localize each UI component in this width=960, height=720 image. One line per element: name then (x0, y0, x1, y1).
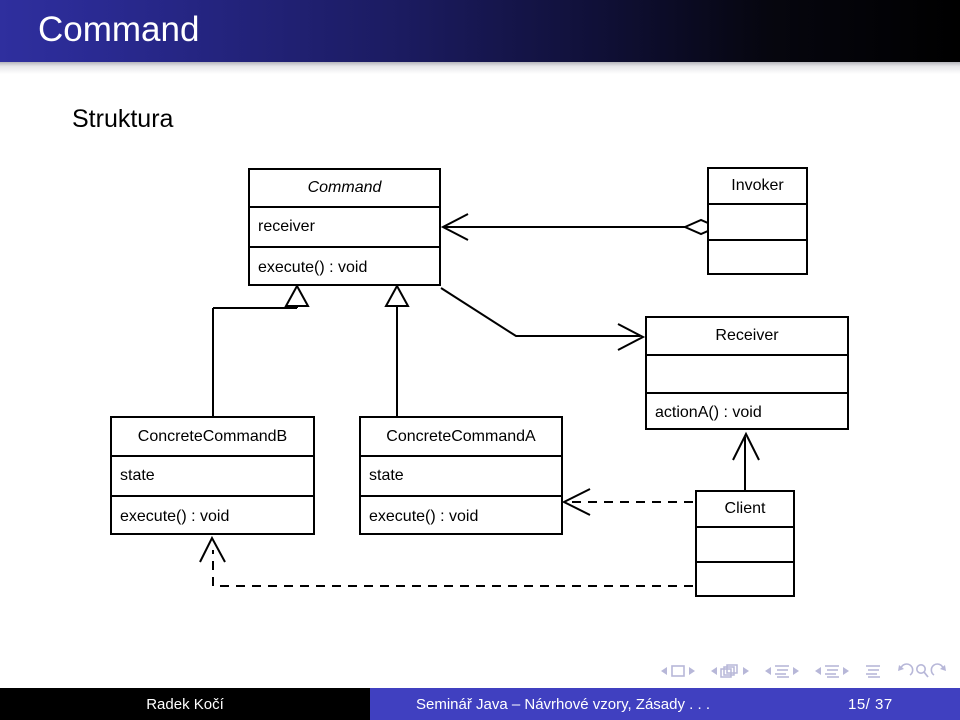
back-icon[interactable] (896, 660, 914, 682)
uml-operation: actionA() : void (655, 404, 762, 421)
footer-main: Seminář Java – Návrhové vzory, Zásady . … (370, 688, 960, 720)
section-list-icon[interactable] (773, 660, 791, 682)
uml-class-name: Client (697, 492, 793, 528)
uml-operation: execute() : void (369, 508, 479, 525)
beamer-navigation-bar (0, 655, 960, 687)
slide-footer: Radek Kočí Seminář Java – Návrhové vzory… (0, 688, 960, 720)
uml-class-command[interactable]: Command receiver execute() : void (248, 168, 441, 286)
open-arrowhead-cca-icon (561, 488, 591, 516)
uml-class-client[interactable]: Client (695, 490, 795, 597)
search-icon[interactable] (914, 660, 930, 682)
uml-class-name: ConcreteCommandB (112, 418, 313, 457)
generalization-triangle-cca-icon (384, 283, 410, 307)
next-section-icon[interactable] (791, 660, 800, 682)
footer-author: Radek Kočí (0, 688, 370, 720)
open-arrowhead-ccb-icon (199, 535, 226, 563)
uml-class-invoker[interactable]: Invoker (707, 167, 808, 275)
uml-class-diagram: Command receiver execute() : void Invoke… (0, 0, 960, 720)
uml-operation (709, 241, 806, 277)
prev-frame-icon[interactable] (660, 660, 669, 682)
uml-attribute (709, 205, 806, 241)
prev-subsection-icon[interactable] (710, 660, 719, 682)
uml-class-name: Invoker (709, 169, 806, 205)
next-subsection-icon[interactable] (741, 660, 750, 682)
forward-icon[interactable] (930, 660, 948, 682)
uml-operation (697, 563, 793, 599)
next-part-icon[interactable] (841, 660, 850, 682)
uml-class-concrete-command-b[interactable]: ConcreteCommandB state execute() : void (110, 416, 315, 535)
open-arrowhead-receiver-from-client-icon (732, 431, 760, 461)
open-arrowhead-command-icon (440, 213, 469, 241)
uml-attribute (647, 356, 847, 394)
prev-part-icon[interactable] (814, 660, 823, 682)
slides-stack-icon[interactable] (719, 660, 741, 682)
toc-icon[interactable] (864, 660, 882, 682)
next-frame-icon[interactable] (687, 660, 696, 682)
uml-class-receiver[interactable]: Receiver actionA() : void (645, 316, 849, 430)
footer-subject: Seminář Java – Návrhové vzory, Zásady . … (416, 695, 711, 713)
dependency-line-client-ccb (212, 550, 693, 587)
uml-operation: execute() : void (258, 259, 368, 276)
uml-attribute: state (112, 457, 313, 497)
uml-attribute: receiver (250, 208, 439, 248)
open-arrowhead-receiver-icon (617, 323, 646, 351)
uml-class-name: Command (250, 170, 439, 208)
association-line-command-receiver (440, 287, 640, 337)
footer-page-number: 15/ 37 (848, 695, 893, 713)
uml-operation: execute() : void (120, 508, 230, 525)
prev-section-icon[interactable] (764, 660, 773, 682)
uml-class-name: ConcreteCommandA (361, 418, 561, 457)
part-list-icon[interactable] (823, 660, 841, 682)
uml-class-name: Receiver (647, 318, 847, 356)
frame-icon[interactable] (669, 660, 687, 682)
uml-attribute: state (361, 457, 561, 497)
generalization-triangle-ccb-icon (284, 283, 310, 307)
uml-class-concrete-command-a[interactable]: ConcreteCommandA state execute() : void (359, 416, 563, 535)
uml-attribute (697, 528, 793, 563)
